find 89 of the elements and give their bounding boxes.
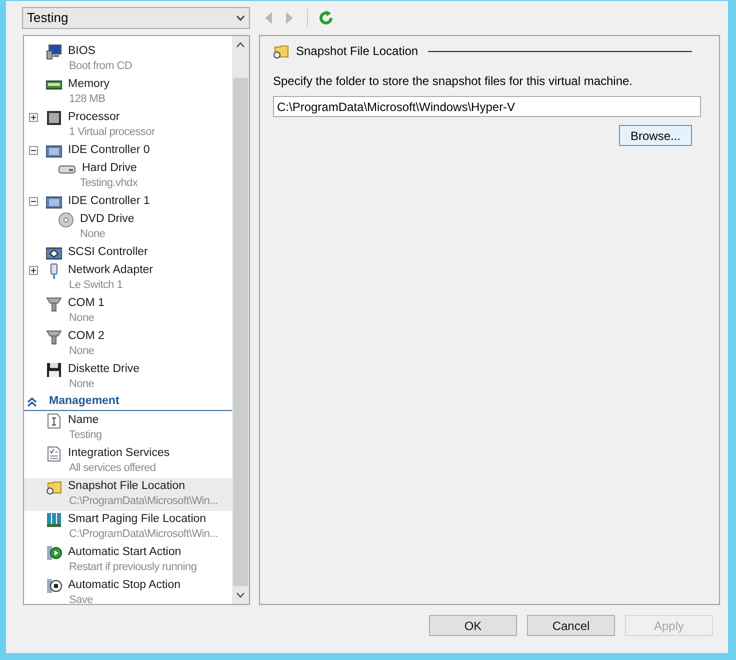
checklist-icon [46,446,62,462]
refresh-button[interactable] [317,9,335,27]
vm-dropdown[interactable]: Testing [22,7,250,29]
item-title: Snapshot File Location [68,479,185,494]
tree-item[interactable]: Diskette Drive None [24,361,232,394]
memory-columns-icon [46,512,62,528]
tree-item[interactable]: Name Testing [24,412,232,445]
path-field[interactable]: C:\ProgramData\Microsoft\Windows\Hyper-V [273,96,701,117]
scrollbar[interactable] [232,36,249,604]
collapse-toggle[interactable] [29,146,38,155]
tree-item[interactable]: SCSI Controller [24,244,232,262]
double-chevron-up-icon [27,397,37,407]
item-detail: Boot from CD [68,59,134,74]
refresh-icon [318,10,334,26]
item-title: IDE Controller 1 [68,194,150,209]
stop-icon [46,578,62,594]
folder-icon [273,43,289,59]
tree-item[interactable]: COM 1 None [24,295,232,328]
item-detail: Testing [68,428,103,443]
item-title: Name [68,413,99,428]
item-title: DVD Drive [80,212,134,227]
tree-item[interactable]: Snapshot File Location C:\ProgramData\Microsoft\Win... [24,478,232,511]
tree-item[interactable]: IDE Controller 0 [24,142,232,160]
item-detail: Save [68,593,94,604]
item-detail: None [68,377,96,392]
minus-icon [30,198,37,205]
controller-card-icon [46,142,62,158]
tree-item[interactable]: Automatic Start Action Restart if previously running [24,544,232,577]
item-detail: None [79,227,106,242]
item-title: Hard Drive [82,161,137,176]
tree-item[interactable]: Network Adapter Le Switch 1 [24,262,232,295]
item-title: BIOS [68,44,96,59]
item-title: Network Adapter [68,263,154,278]
folder-icon [46,478,62,494]
item-detail: C:\ProgramData\Microsoft\Win... [68,494,220,509]
tree-item[interactable]: IDE Controller 1 [24,193,232,211]
item-detail: Testing.vhdx [79,176,139,191]
tree-item[interactable]: Memory 128 MB [24,76,232,109]
dialog-button[interactable]: OK [429,615,517,636]
item-title: Processor [68,110,120,125]
forward-arrow-icon [285,11,295,25]
tree-item[interactable]: Automatic Stop Action Save [24,577,232,604]
tree-item[interactable]: COM 2 None [24,328,232,361]
item-detail: C:\ProgramData\Microsoft\Win... [68,527,220,542]
item-title: Diskette Drive [68,362,140,377]
back-arrow-icon [263,11,273,25]
serial-port-icon [46,296,62,312]
play-icon [46,544,62,560]
item-title: Automatic Start Action [68,545,182,560]
browse-button[interactable]: Browse... [619,125,692,146]
controller-card-icon [46,194,62,210]
tree-item[interactable]: Hard Drive Testing.vhdx [24,160,232,193]
item-detail: 1 Virtual processor [68,125,156,140]
collapse-toggle[interactable] [29,197,38,206]
item-title: Memory [68,77,110,92]
tree-item[interactable]: BIOS Boot from CD [24,43,232,76]
tree-item[interactable]: Smart Paging File Location C:\ProgramData\Microsoft\Win... [24,511,232,544]
tree-item[interactable]: DVD Drive None [24,211,232,244]
description-text: Specify the folder to store the snapshot files for this virtual machine. [273,73,634,90]
item-detail: All services offered [68,461,157,476]
item-title: Automatic Stop Action [68,578,181,593]
minus-icon [30,147,37,154]
item-title: SCSI Controller [68,245,148,260]
text-document-icon [46,412,62,428]
chip-icon [46,110,62,126]
dialog-button[interactable]: Cancel [527,615,615,636]
item-title: COM 2 [68,329,104,344]
item-title: Smart Paging File Location [68,512,206,527]
tree-item[interactable]: Processor 1 Virtual processor [24,109,232,142]
item-detail: Restart if previously running [68,560,198,575]
plus-icon [30,267,37,274]
expand-toggle[interactable] [29,266,38,275]
plus-icon [30,114,37,121]
serial-port-icon [46,328,62,344]
expand-toggle[interactable] [29,113,38,122]
chevron-down-icon [236,15,245,21]
section-header[interactable]: Management [24,394,232,411]
monitor-icon [46,44,62,60]
item-detail: None [68,311,96,326]
tree-item[interactable]: Integration Services All services offered [24,445,232,478]
disc-icon [58,212,74,228]
item-detail: None [68,344,96,359]
item-detail: 128 MB [68,92,106,107]
item-title: COM 1 [68,296,104,311]
item-detail: Le Switch 1 [68,278,124,293]
section-title: Snapshot File Location [296,43,418,60]
controller-card-icon [46,244,62,260]
item-title: Integration Services [68,446,170,461]
item-title: IDE Controller 0 [68,143,150,158]
